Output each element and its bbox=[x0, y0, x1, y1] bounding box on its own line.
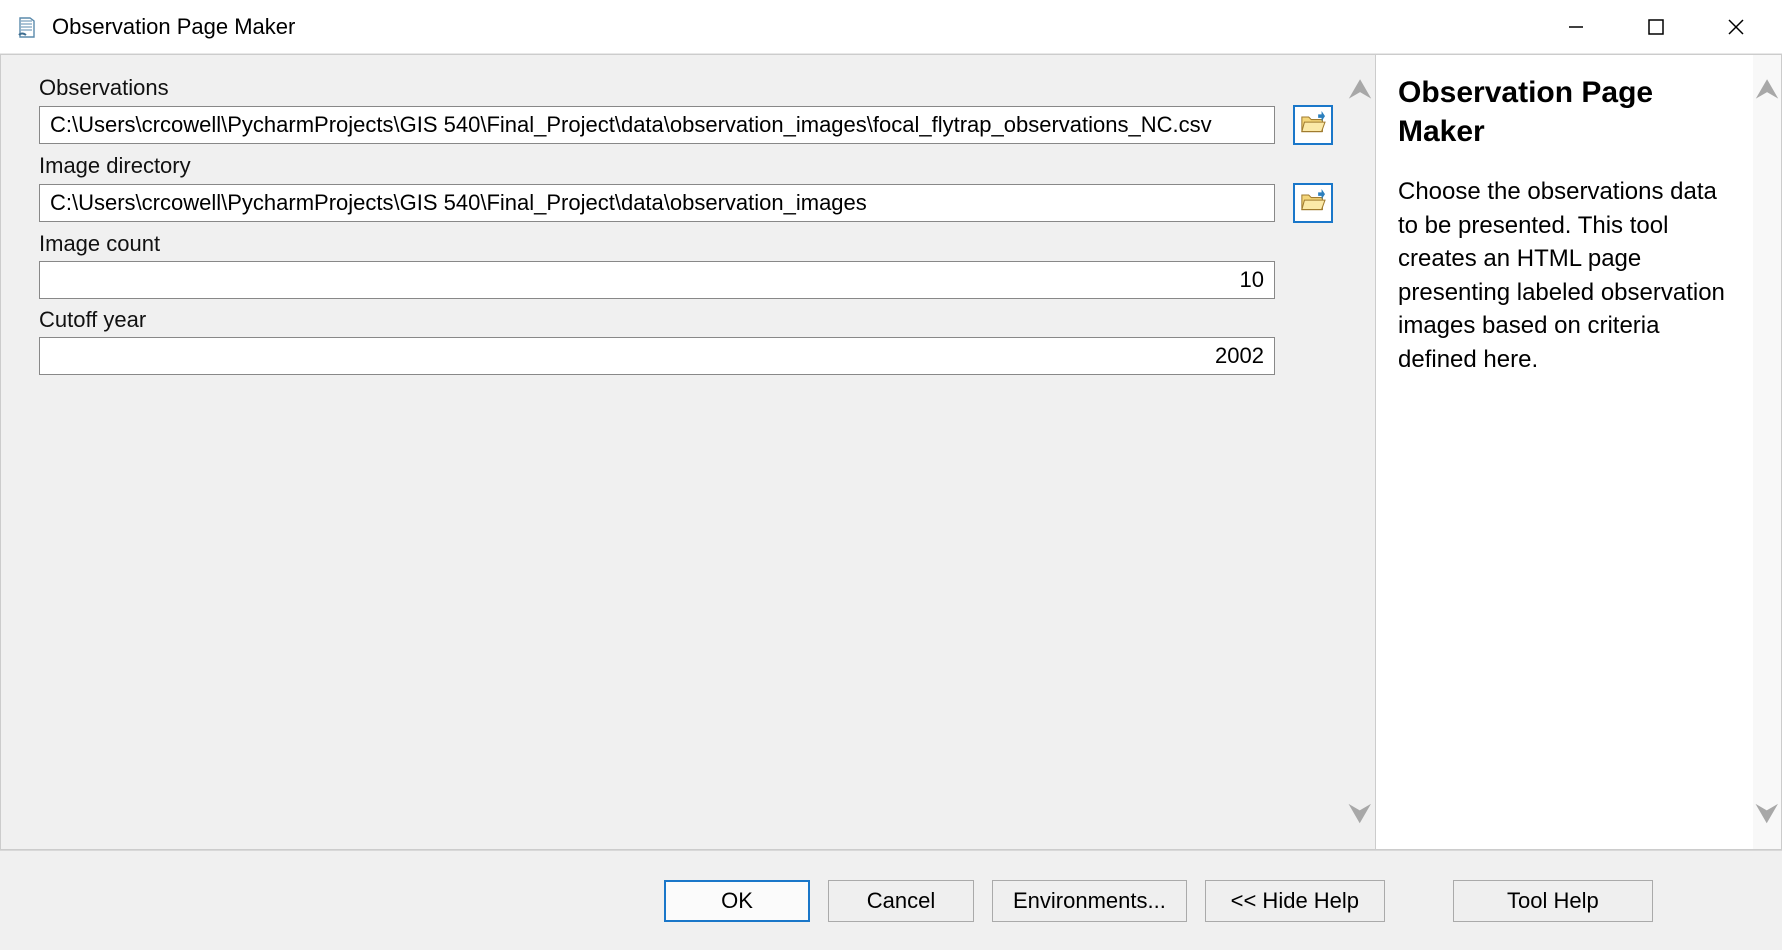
help-content: Observation Page Maker Choose the observ… bbox=[1376, 55, 1753, 849]
form-area: Observations Image bbox=[1, 55, 1345, 849]
main-area: Observations Image bbox=[0, 54, 1782, 850]
image-count-input[interactable] bbox=[39, 261, 1275, 299]
image-directory-input[interactable] bbox=[39, 184, 1275, 222]
scroll-down-icon[interactable]: ⮟ bbox=[1347, 798, 1373, 831]
observations-label: Observations bbox=[39, 75, 1333, 101]
help-title: Observation Page Maker bbox=[1398, 73, 1735, 151]
image-directory-field: Image directory bbox=[39, 153, 1333, 223]
app-icon bbox=[16, 15, 38, 39]
observations-input[interactable] bbox=[39, 106, 1275, 144]
help-panel: Observation Page Maker Choose the observ… bbox=[1376, 54, 1782, 850]
ok-button[interactable]: OK bbox=[664, 880, 810, 922]
observations-browse-button[interactable] bbox=[1293, 105, 1333, 145]
help-description: Choose the observations data to be prese… bbox=[1398, 175, 1735, 377]
help-scrollbar: ⮝ ⮟ bbox=[1753, 55, 1781, 849]
image-count-label: Image count bbox=[39, 231, 1333, 257]
cancel-button[interactable]: Cancel bbox=[828, 880, 974, 922]
minimize-button[interactable] bbox=[1536, 0, 1616, 54]
title-bar: Observation Page Maker bbox=[0, 0, 1782, 54]
environments-button[interactable]: Environments... bbox=[992, 880, 1187, 922]
close-button[interactable] bbox=[1696, 0, 1776, 54]
folder-open-icon bbox=[1299, 111, 1327, 140]
window-title: Observation Page Maker bbox=[52, 14, 1536, 40]
button-bar: OK Cancel Environments... << Hide Help T… bbox=[0, 850, 1782, 950]
cutoff-year-input[interactable] bbox=[39, 337, 1275, 375]
scroll-up-icon[interactable]: ⮝ bbox=[1347, 73, 1373, 106]
image-directory-browse-button[interactable] bbox=[1293, 183, 1333, 223]
scroll-up-icon[interactable]: ⮝ bbox=[1755, 73, 1779, 106]
hide-help-button[interactable]: << Hide Help bbox=[1205, 880, 1385, 922]
window-controls bbox=[1536, 0, 1776, 54]
scroll-down-icon[interactable]: ⮟ bbox=[1755, 798, 1779, 831]
maximize-button[interactable] bbox=[1616, 0, 1696, 54]
observations-field: Observations bbox=[39, 75, 1333, 145]
form-scrollbar: ⮝ ⮟ bbox=[1345, 55, 1375, 849]
parameter-panel: Observations Image bbox=[0, 54, 1376, 850]
tool-help-button[interactable]: Tool Help bbox=[1453, 880, 1653, 922]
folder-open-icon bbox=[1299, 189, 1327, 218]
cutoff-year-field: Cutoff year bbox=[39, 307, 1333, 375]
cutoff-year-label: Cutoff year bbox=[39, 307, 1333, 333]
image-directory-label: Image directory bbox=[39, 153, 1333, 179]
image-count-field: Image count bbox=[39, 231, 1333, 299]
